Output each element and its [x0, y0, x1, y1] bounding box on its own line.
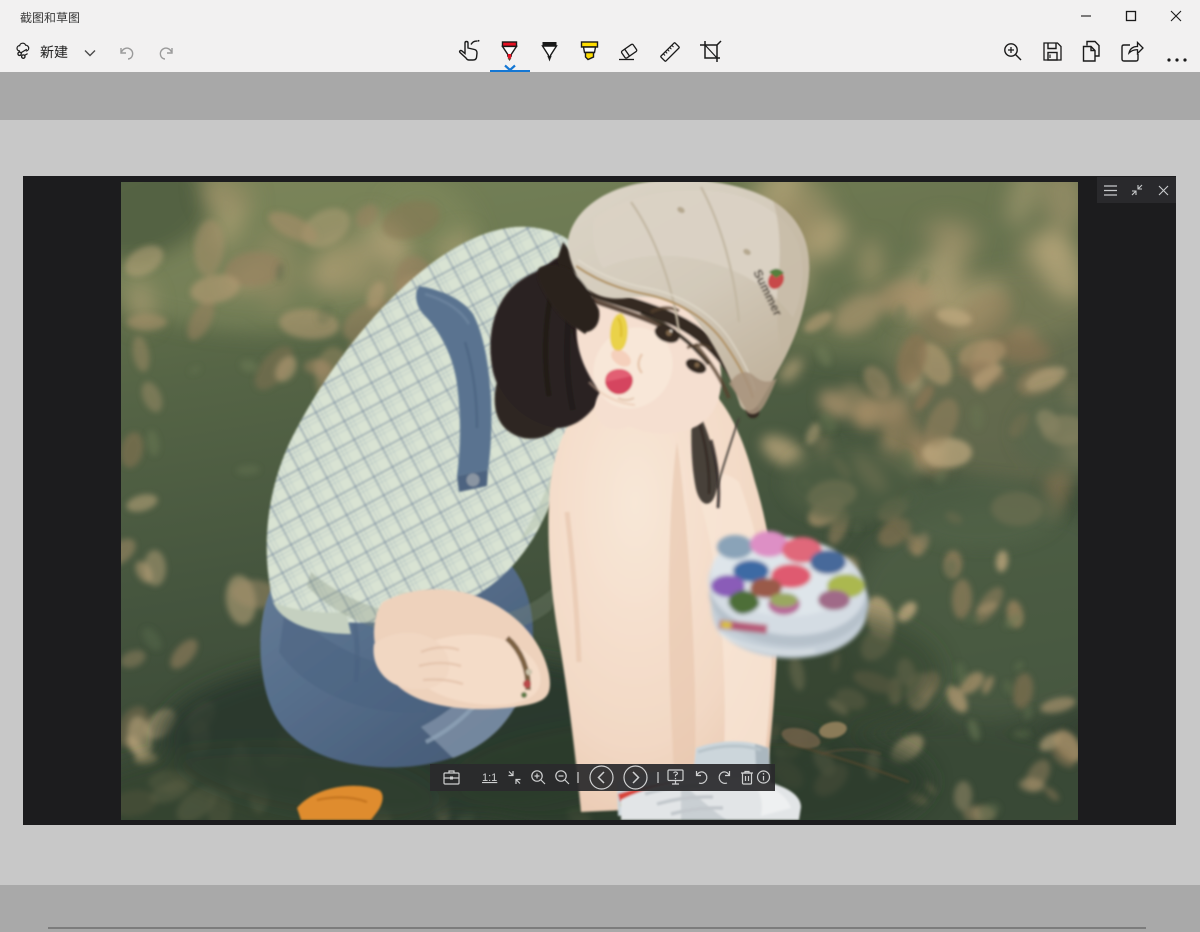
svg-text:1:1: 1:1 [482, 772, 497, 784]
